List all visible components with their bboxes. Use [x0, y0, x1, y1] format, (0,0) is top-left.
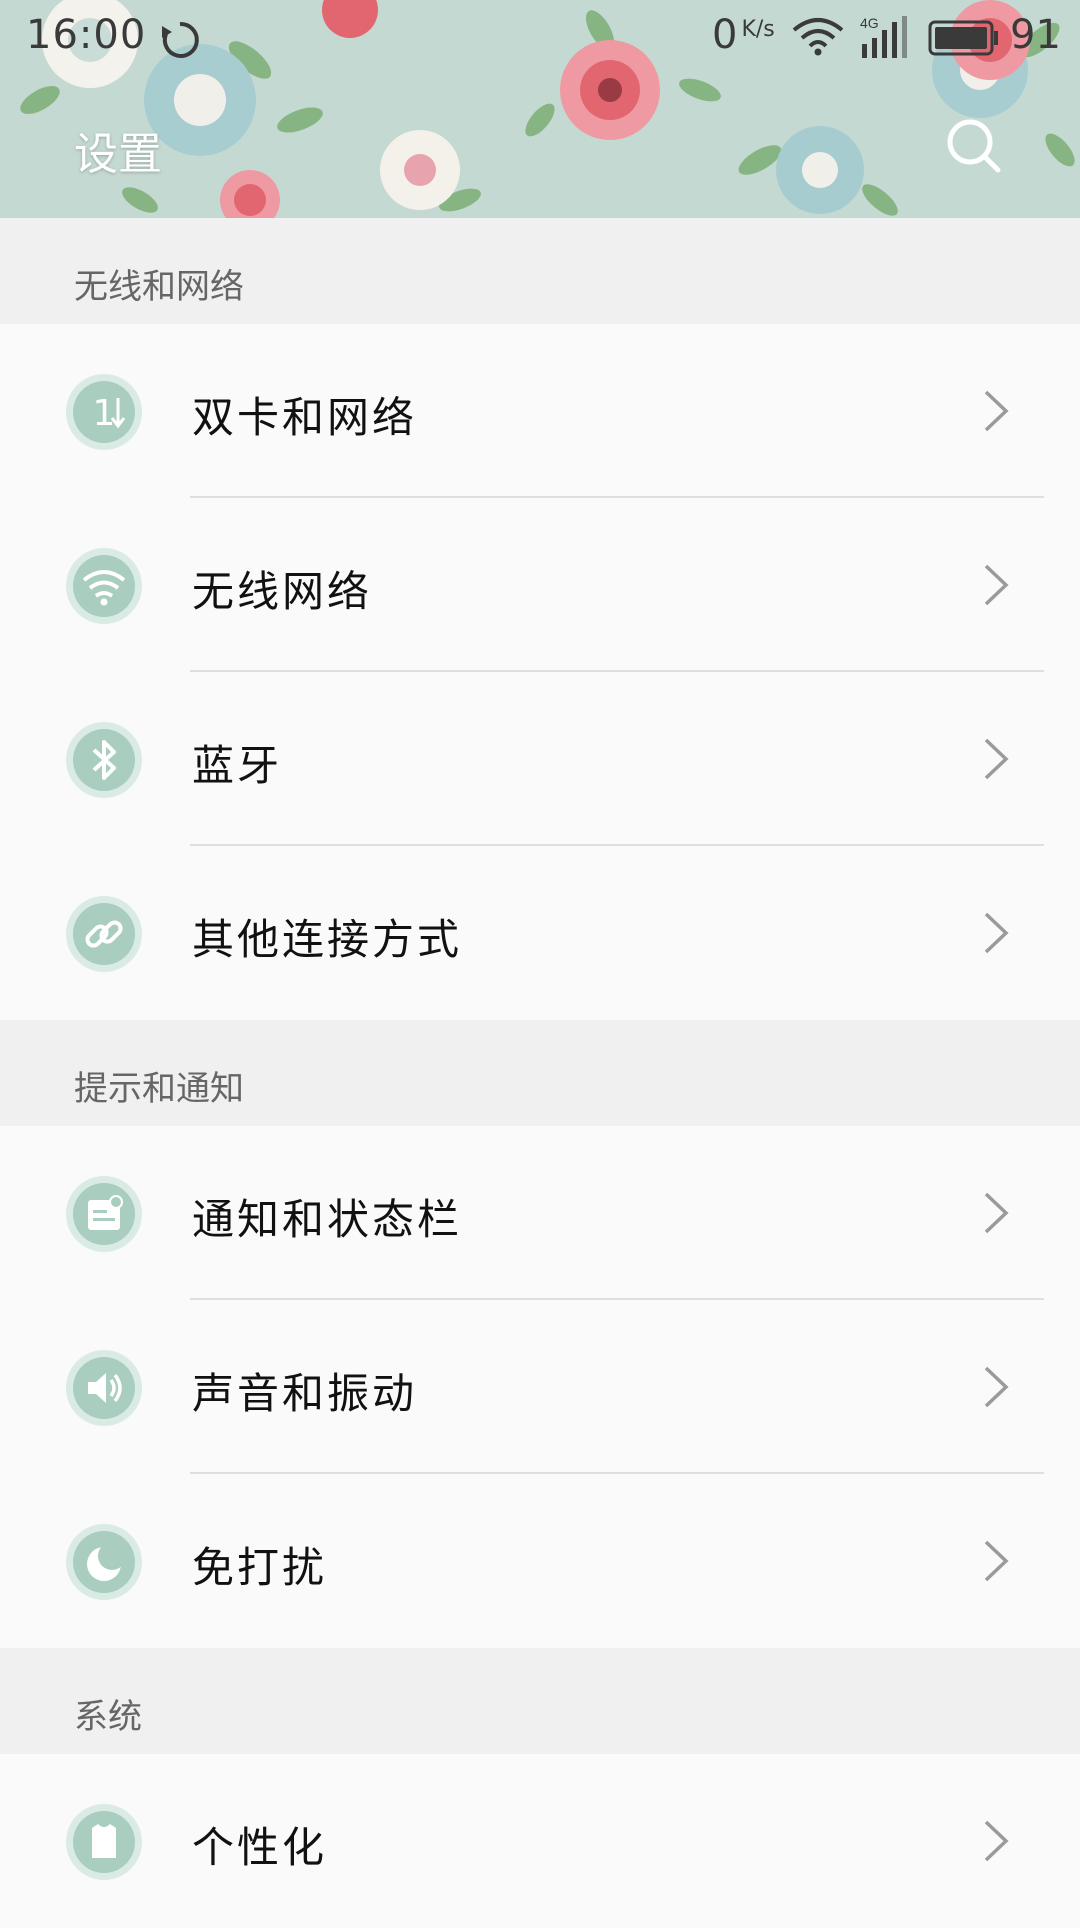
- chevron-right-icon: [984, 1820, 1009, 1862]
- item-label: 个性化: [192, 1823, 328, 1872]
- chevron-right-icon: [984, 1192, 1009, 1234]
- item-label: 其他连接方式: [192, 915, 463, 964]
- section-header-notifications: 提示和通知: [0, 1020, 1080, 1126]
- section-header-wireless: 无线和网络: [0, 218, 1080, 324]
- list-item-do-not-disturb[interactable]: 免打扰: [0, 1474, 1080, 1648]
- section-title: 无线和网络: [74, 267, 244, 307]
- chevron-right-icon: [984, 1366, 1009, 1408]
- list-item-bluetooth[interactable]: 蓝牙: [0, 672, 1080, 846]
- sync-icon: [162, 21, 199, 58]
- status-time: 16:00: [26, 12, 147, 58]
- wifi-icon: [66, 548, 142, 624]
- item-label: 蓝牙: [192, 741, 283, 790]
- section-wireless: 1 双卡和网络 无线网络 蓝牙 其他连接方式: [0, 324, 1080, 1020]
- network-type-label: 4G: [860, 15, 879, 31]
- list-item-sound-vibration[interactable]: 声音和振动: [0, 1300, 1080, 1474]
- list-item-other-connections[interactable]: 其他连接方式: [0, 846, 1080, 1020]
- search-icon[interactable]: [944, 116, 1004, 176]
- bluetooth-icon: [66, 722, 142, 798]
- section-header-system: 系统: [0, 1648, 1080, 1754]
- chevron-right-icon: [984, 1540, 1009, 1582]
- battery-level: 91: [1010, 12, 1061, 58]
- link-icon: [66, 896, 142, 972]
- section-title: 系统: [74, 1697, 142, 1737]
- speaker-icon: [66, 1350, 142, 1426]
- chevron-right-icon: [984, 912, 1009, 954]
- dual-sim-icon: 1: [66, 374, 142, 450]
- header-banner: 16:00 0 K/s 4G 91 设置: [0, 0, 1080, 218]
- cellular-signal-icon: 4G: [860, 15, 907, 58]
- section-title: 提示和通知: [74, 1069, 244, 1109]
- list-item-notification-bar[interactable]: 通知和状态栏: [0, 1126, 1080, 1300]
- item-label: 通知和状态栏: [192, 1195, 463, 1244]
- item-label: 免打扰: [192, 1543, 328, 1592]
- battery-icon: [928, 20, 998, 56]
- chevron-right-icon: [984, 564, 1009, 606]
- tshirt-icon: [66, 1804, 142, 1880]
- item-label: 无线网络: [192, 567, 373, 616]
- list-item-dual-sim[interactable]: 1 双卡和网络: [0, 324, 1080, 498]
- section-notifications: 通知和状态栏 声音和振动 免打扰: [0, 1126, 1080, 1648]
- net-speed-unit: K/s: [741, 17, 775, 42]
- page-title: 设置: [74, 129, 162, 180]
- chevron-right-icon: [984, 738, 1009, 780]
- section-system: 个性化: [0, 1754, 1080, 1928]
- list-item-personalization[interactable]: 个性化: [0, 1754, 1080, 1928]
- net-speed-value: 0: [712, 12, 738, 58]
- item-label: 双卡和网络: [192, 393, 418, 442]
- wifi-status-icon: [792, 18, 844, 56]
- list-item-wifi[interactable]: 无线网络: [0, 498, 1080, 672]
- moon-icon: [66, 1524, 142, 1600]
- svg-text:1: 1: [93, 393, 116, 434]
- net-speed: 0 K/s: [712, 12, 775, 58]
- notification-icon: [66, 1176, 142, 1252]
- chevron-right-icon: [984, 390, 1009, 432]
- item-label: 声音和振动: [192, 1369, 418, 1418]
